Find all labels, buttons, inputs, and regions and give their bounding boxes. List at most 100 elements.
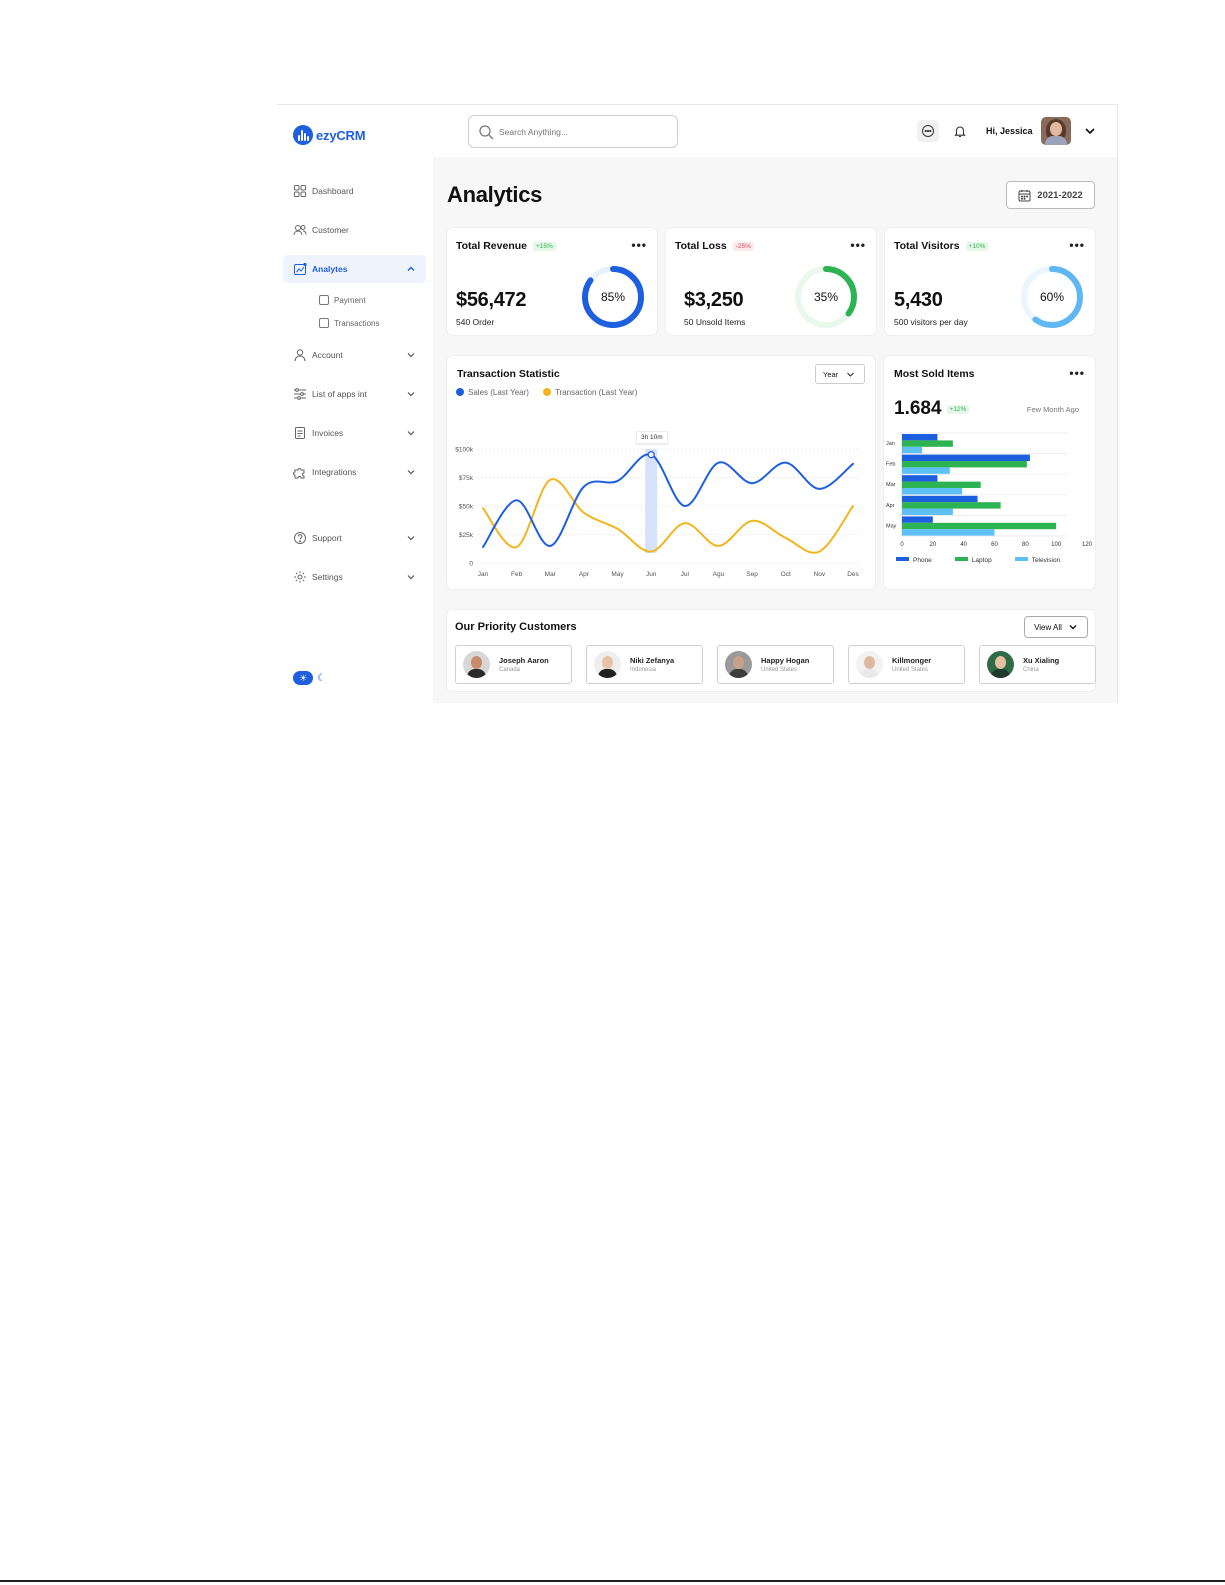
- chevron-down-icon[interactable]: [1084, 125, 1096, 137]
- bar: [902, 434, 938, 441]
- sidebar-subitem-label: Transactions: [334, 318, 380, 328]
- x-tick-label: May: [611, 571, 624, 578]
- date-range-label: 2021-2022: [1037, 189, 1083, 201]
- view-all-button[interactable]: View All: [1024, 616, 1088, 638]
- x-tick-label: 80: [1022, 542, 1029, 548]
- y-tick-label: 0: [469, 561, 473, 568]
- bar: [902, 446, 923, 454]
- avatar: [987, 651, 1014, 678]
- customer-card[interactable]: Happy Hogan United States: [717, 645, 834, 684]
- customer-name: Joseph Aaron: [499, 656, 549, 665]
- bar: [902, 467, 950, 474]
- help-icon: [294, 532, 306, 544]
- chevron-down-icon: [407, 575, 415, 580]
- user-icon: [294, 349, 306, 362]
- x-tick-label: 20: [929, 542, 936, 548]
- sliders-icon: [294, 388, 306, 400]
- legend-label: Phone: [913, 557, 932, 564]
- y-tick-label: Mar: [886, 482, 896, 488]
- sidebar-subitem-payment[interactable]: Payment: [283, 289, 426, 311]
- notifications-button[interactable]: [949, 120, 971, 142]
- avatar: [725, 651, 752, 678]
- chevron-down-icon: [407, 392, 415, 397]
- y-tick-label: Feb: [886, 462, 895, 468]
- customer-card[interactable]: Joseph Aaron Canada: [455, 645, 572, 684]
- sidebar-item-customer[interactable]: Customer: [283, 216, 426, 244]
- page-title: Analytics: [447, 182, 543, 207]
- customer-card[interactable]: Killmonger United States: [848, 645, 965, 684]
- y-tick-label: $50k: [459, 504, 474, 511]
- progress-ring: 60%: [1018, 263, 1086, 331]
- bar: [902, 454, 1030, 461]
- sidebar-item-invoices[interactable]: Invoices: [283, 419, 426, 447]
- bar-chart: 0 20 40 60 80 100 120 Jan Feb Mar Apr May: [886, 432, 1093, 548]
- customer-name: Xu Xialing: [1023, 656, 1060, 665]
- sidebar-subitem-transactions[interactable]: Transactions: [283, 312, 426, 334]
- x-tick-label: Sep: [746, 571, 758, 578]
- change-badge: +15%: [533, 241, 556, 251]
- search-box[interactable]: [468, 115, 678, 148]
- bar: [902, 502, 1001, 509]
- customer-name: Killmonger: [892, 656, 932, 665]
- customer-country: Indonesia: [630, 667, 657, 673]
- sidebar-item-integrations[interactable]: Integrations: [283, 458, 426, 486]
- sidebar-item-label: Invoices: [312, 428, 344, 438]
- calendar-icon: [1018, 189, 1031, 201]
- more-icon[interactable]: •••: [631, 238, 647, 252]
- more-icon[interactable]: •••: [850, 238, 866, 252]
- x-tick-label: Nov: [814, 571, 826, 578]
- chevron-down-icon: [407, 431, 415, 436]
- messages-button[interactable]: [917, 120, 939, 142]
- chart-tooltip: 3h 10m: [636, 431, 668, 444]
- more-icon[interactable]: •••: [1069, 238, 1085, 252]
- sun-icon[interactable]: ☀: [293, 671, 313, 685]
- bar: [902, 475, 938, 482]
- sidebar-item-dashboard[interactable]: Dashboard: [283, 177, 426, 205]
- x-tick-label: Mar: [545, 571, 557, 578]
- search-input[interactable]: [499, 126, 659, 137]
- users-icon: [293, 225, 307, 236]
- stat-title: Total Loss: [675, 240, 727, 252]
- progress-label: 85%: [600, 290, 626, 304]
- sidebar: ezyCRM Dashboard Customer Analytes Payme…: [277, 105, 433, 703]
- stat-subtitle: 540 Order: [456, 317, 495, 327]
- data-point: [647, 451, 655, 459]
- moon-icon[interactable]: ☾: [317, 673, 326, 684]
- progress-ring: 85%: [579, 263, 647, 331]
- sidebar-item-support[interactable]: Support: [283, 524, 426, 552]
- date-range-button[interactable]: 2021-2022: [1006, 181, 1095, 209]
- chevron-down-icon: [407, 470, 415, 475]
- puzzle-icon: [293, 468, 305, 479]
- progress-ring: 35%: [792, 263, 860, 331]
- stat-card-loss: Total Loss -25% ••• $3,250 50 Unsold Item…: [666, 228, 876, 335]
- bar: [902, 461, 1027, 468]
- top-bar: Hi, Jessica: [433, 105, 1117, 157]
- legend-item: Television: [1014, 557, 1060, 564]
- x-tick-label: Apr: [579, 571, 590, 578]
- sidebar-item-label: Support: [312, 533, 342, 543]
- customer-country: China: [1023, 667, 1039, 673]
- chat-icon: [922, 125, 934, 137]
- bar: [902, 508, 953, 515]
- sidebar-item-account[interactable]: Account: [283, 341, 426, 369]
- y-tick-label: $75k: [459, 475, 474, 482]
- x-tick-label: Jul: [681, 571, 690, 578]
- customer-card[interactable]: Xu Xialing China: [979, 645, 1096, 684]
- bar: [902, 495, 978, 503]
- y-tick-label: $25k: [459, 532, 474, 539]
- user-avatar[interactable]: [1041, 117, 1071, 145]
- legend-item: Phone: [896, 557, 932, 564]
- sidebar-item-analytes[interactable]: Analytes: [283, 255, 426, 283]
- bar: [902, 440, 953, 447]
- transaction-statistic-card: Transaction Statistic Year Sales (Last Y…: [447, 356, 875, 589]
- theme-toggle[interactable]: ☀ ☾: [293, 671, 326, 685]
- customer-card[interactable]: Niki Zefanya Indonesia: [586, 645, 703, 684]
- customer-name: Niki Zefanya: [630, 656, 675, 665]
- checkbox-icon: [319, 295, 329, 305]
- sidebar-item-settings[interactable]: Settings: [283, 563, 426, 591]
- sidebar-item-apps[interactable]: List of apps int: [283, 380, 426, 408]
- logo[interactable]: ezyCRM: [293, 125, 366, 145]
- bar: [902, 522, 1057, 530]
- x-tick-label: 60: [991, 542, 998, 548]
- gear-icon: [294, 571, 306, 583]
